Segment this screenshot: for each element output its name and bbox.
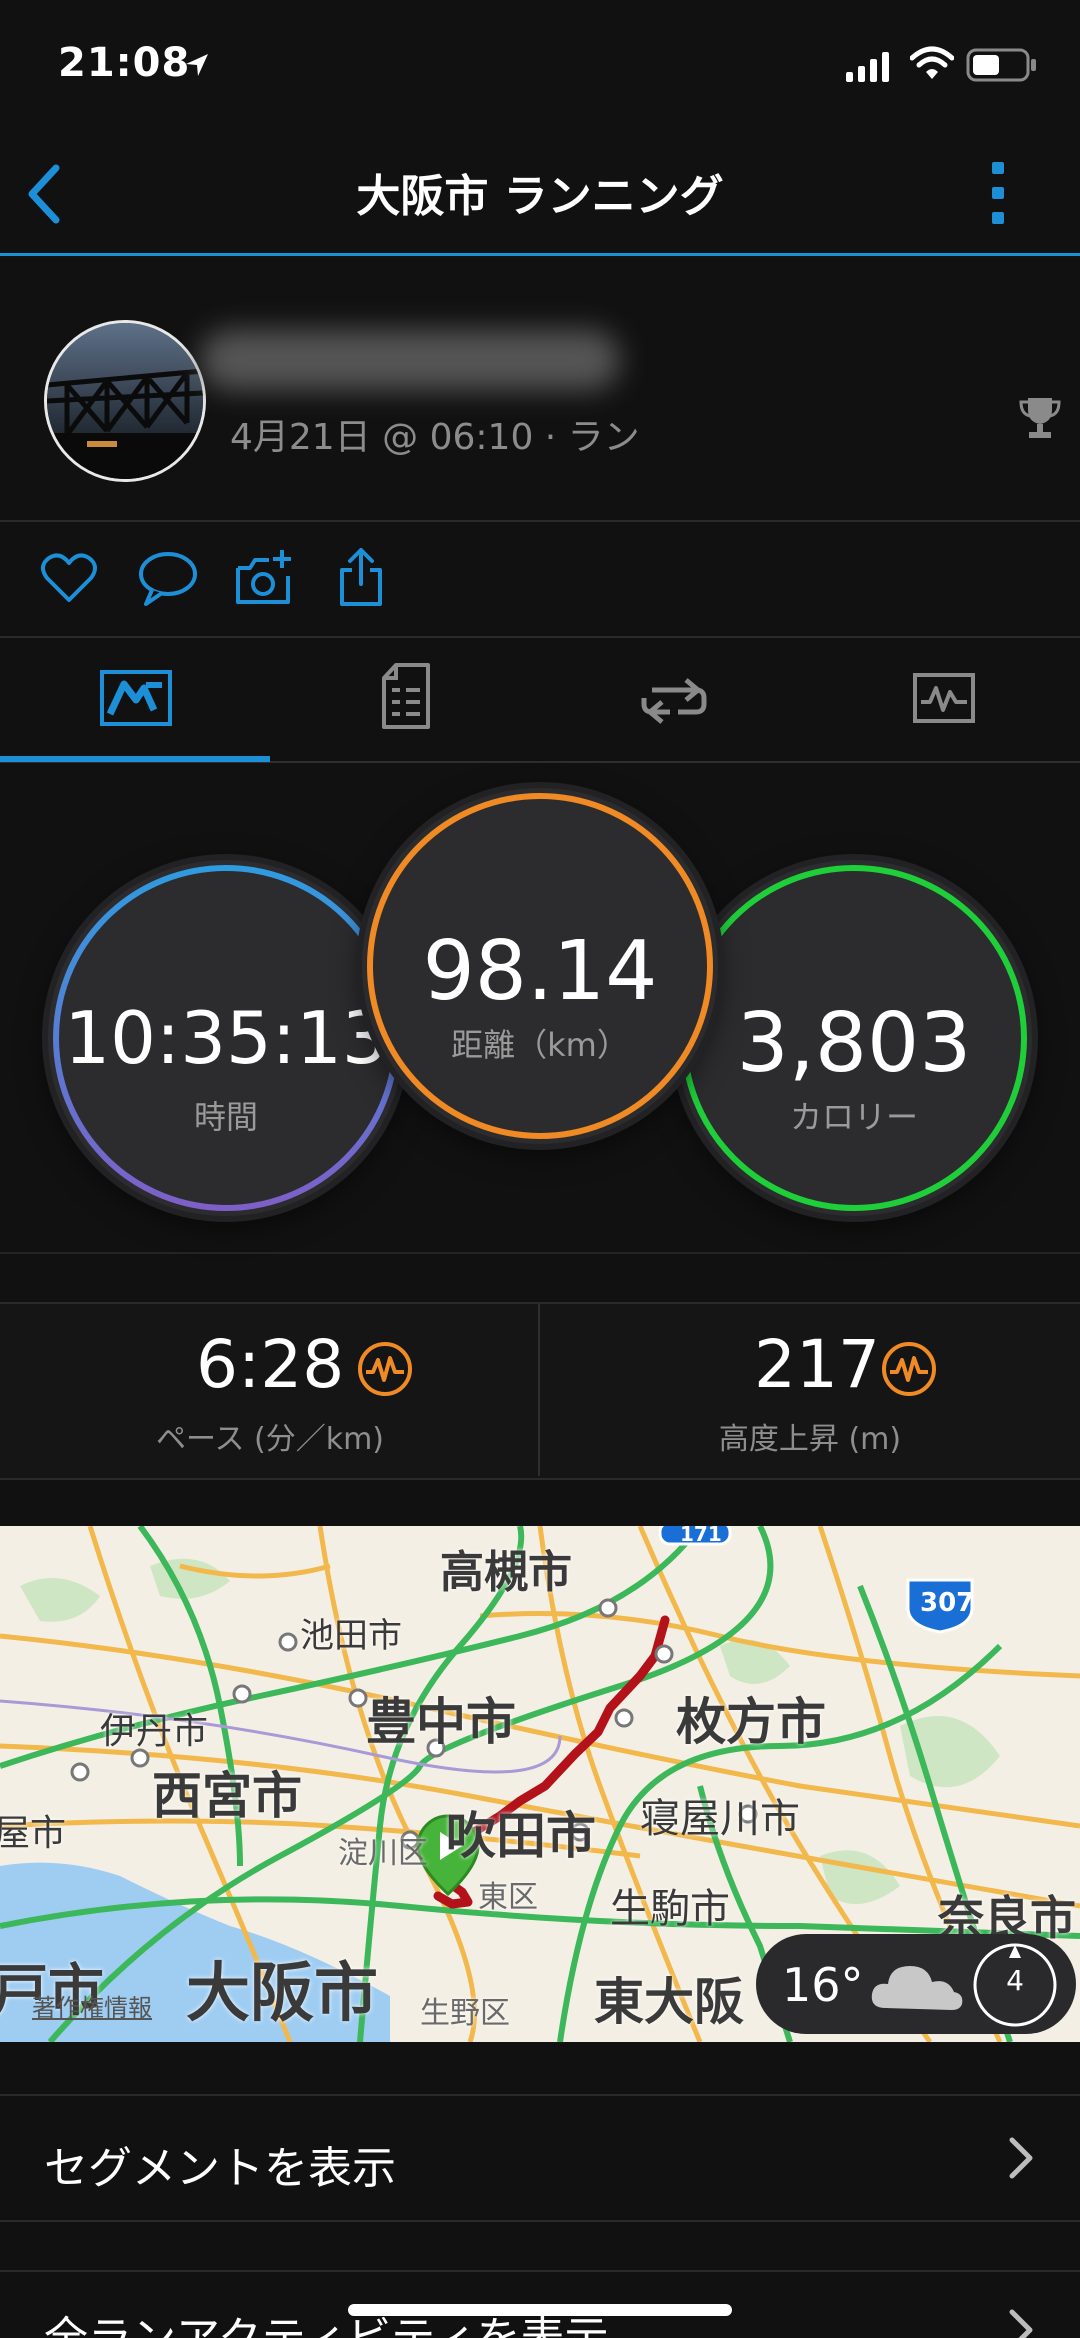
- wind-speed: 4: [1006, 1964, 1024, 1997]
- tab-overview-icon[interactable]: [100, 670, 172, 726]
- map-label: 生駒市: [610, 1886, 730, 1932]
- map-label: 屋市: [0, 1813, 67, 1854]
- like-heart-icon[interactable]: [40, 552, 98, 604]
- distance-label: 距離（km）: [451, 1026, 629, 1064]
- divider: [0, 2220, 1080, 2222]
- map-label: 生野区: [420, 1996, 510, 2031]
- route-shield-label: 307: [920, 1588, 975, 1618]
- tab-stats-icon[interactable]: [380, 662, 432, 730]
- map-label: 伊丹市: [100, 1711, 209, 1752]
- page-title: 大阪市 ランニング: [356, 171, 724, 222]
- map-copyright-link[interactable]: 著作権情報: [32, 1988, 152, 2023]
- avatar[interactable]: [44, 320, 206, 482]
- tab-active-indicator: [0, 756, 270, 762]
- chevron-right-icon: [1009, 2137, 1033, 2179]
- add-photo-icon[interactable]: [234, 548, 296, 608]
- trophy-icon[interactable]: [1018, 394, 1062, 440]
- map-label: 吹田市: [446, 1807, 596, 1865]
- map-label: 東区: [478, 1880, 538, 1915]
- map-label: 豊中市: [366, 1693, 516, 1751]
- calories-label: カロリー: [789, 1098, 918, 1136]
- status-time: 21:08: [58, 40, 191, 86]
- divider: [0, 1252, 1080, 1254]
- battery-icon: [966, 48, 1036, 82]
- divider: [0, 636, 1080, 638]
- pace-chart-icon[interactable]: [356, 1340, 414, 1398]
- elevation-chart-icon[interactable]: [880, 1340, 938, 1398]
- time-label: 時間: [193, 1098, 258, 1136]
- tab-laps-icon[interactable]: [638, 672, 710, 724]
- map-label: 枚方市: [676, 1693, 826, 1751]
- calories-circle: 3,803 カロリー: [676, 860, 1032, 1216]
- map-label: 大阪市: [186, 1957, 378, 2031]
- map-label: 高槻市: [440, 1547, 572, 1598]
- view-segments-row[interactable]: セグメントを表示: [0, 2096, 1080, 2220]
- elevation-value: 217: [754, 1326, 880, 1403]
- map-label: 西宮市: [152, 1767, 302, 1825]
- map-label: 東大阪: [594, 1973, 744, 2031]
- comment-bubble-icon[interactable]: [138, 550, 198, 608]
- pace-label: ペース (分／km): [155, 1422, 385, 1457]
- map-label: 寝屋川市: [640, 1796, 800, 1842]
- divider: [0, 520, 1080, 522]
- weather-badge[interactable]: 16° 4: [756, 1934, 1076, 2034]
- share-icon[interactable]: [338, 546, 384, 608]
- tab-charts-icon[interactable]: [912, 672, 976, 724]
- cellular-signal-icon: [846, 52, 889, 82]
- activity-date: 4月21日 @ 06:10 · ラン: [230, 417, 640, 458]
- nav-divider: [0, 253, 1080, 256]
- user-name-blurred: [200, 330, 620, 390]
- home-indicator[interactable]: [348, 2304, 732, 2316]
- map-label: 池田市: [300, 1616, 402, 1656]
- time-value: 10:35:13: [64, 996, 388, 1080]
- location-arrow-icon: [186, 54, 208, 76]
- wifi-icon: [910, 46, 954, 79]
- elevation-label: 高度上昇 (m): [718, 1422, 902, 1457]
- chevron-right-icon: [1009, 2309, 1033, 2338]
- view-segments-label: セグメントを表示: [44, 2143, 396, 2194]
- more-menu-icon[interactable]: [988, 160, 1012, 226]
- calories-value: 3,803: [736, 996, 972, 1091]
- route-shield-label: 171: [680, 1526, 722, 1546]
- cloud-icon: [871, 1966, 963, 2010]
- pace-value: 6:28: [196, 1326, 345, 1403]
- map-label: 淀川区: [338, 1836, 428, 1871]
- distance-value: 98.14: [422, 924, 658, 1019]
- temperature: 16°: [782, 1958, 864, 2012]
- divider: [0, 2270, 1080, 2272]
- time-circle: 10:35:13 時間: [48, 860, 404, 1216]
- distance-circle: 98.14 距離（km）: [362, 788, 718, 1144]
